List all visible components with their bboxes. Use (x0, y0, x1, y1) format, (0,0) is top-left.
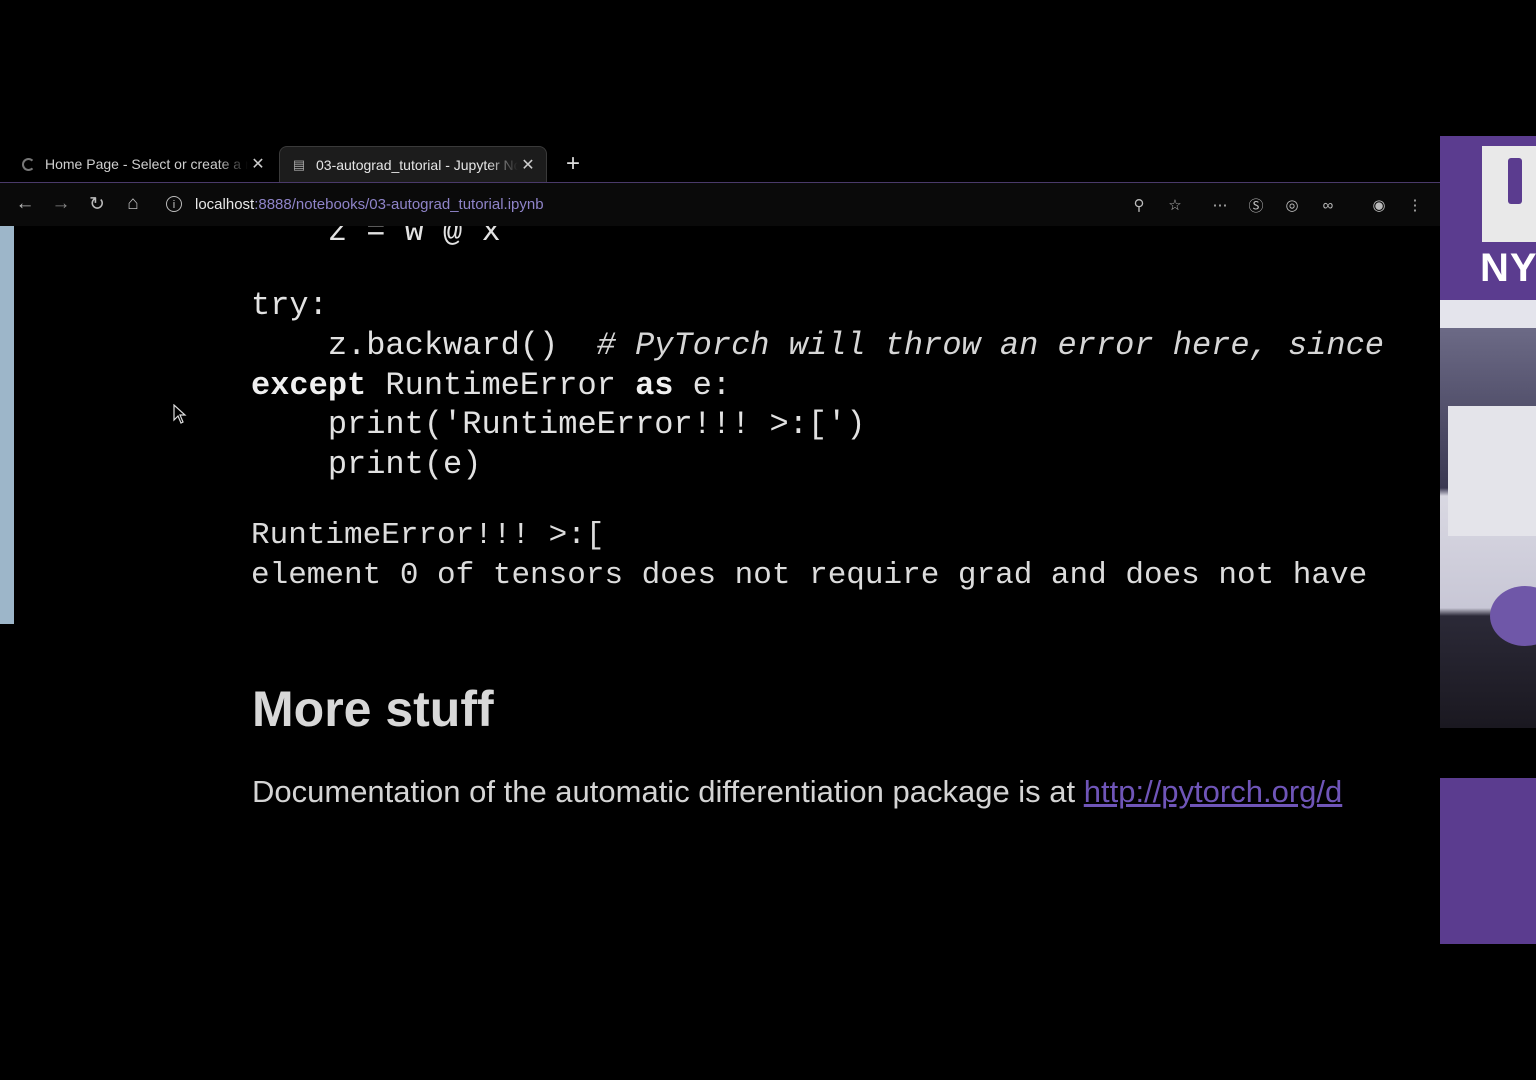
zoom-icon[interactable]: ⚲ (1129, 195, 1149, 215)
extension-glasses-icon[interactable]: ∞ (1318, 195, 1338, 215)
code-text: e: (673, 367, 732, 404)
paragraph-text: Documentation of the automatic different… (252, 774, 1084, 809)
tab-title: 03-autograd_tutorial - Jupyter Notebook (316, 156, 518, 173)
divider (1440, 728, 1536, 778)
code-comment: # PyTorch will throw an error here, sinc… (596, 327, 1384, 364)
extension-dots-icon[interactable]: ⋯ (1210, 195, 1230, 215)
notebook-content: z = w @ x try: z.backward() # PyTorch wi… (0, 226, 1440, 1080)
divider (1440, 300, 1536, 328)
home-icon[interactable]: ⌂ (120, 191, 146, 217)
tab-autograd-notebook[interactable]: ▤ 03-autograd_tutorial - Jupyter Noteboo… (279, 146, 547, 182)
address-bar[interactable]: i localhost:8888/notebooks/03-autograd_t… (166, 191, 544, 217)
browser-toolbar: ← → ↻ ⌂ i localhost:8888/notebooks/03-au… (0, 182, 1440, 226)
profile-avatar-icon[interactable]: ◉ (1369, 195, 1389, 215)
code-line: try: (251, 287, 328, 324)
menu-kebab-icon[interactable]: ⋮ (1405, 195, 1425, 215)
close-tab-icon[interactable]: ✕ (518, 155, 538, 175)
back-arrow-icon[interactable]: ← (12, 191, 38, 217)
url-host: localhost (195, 195, 255, 213)
cell-output: RuntimeError!!! >:[ element 0 of tensors … (251, 516, 1367, 596)
keyword: as (635, 367, 674, 404)
code-line: except RuntimeError as e: (251, 366, 731, 406)
output-line: RuntimeError!!! >:[ (251, 518, 605, 553)
side-video-panel: NY (1440, 136, 1536, 944)
code-text: RuntimeError (366, 367, 636, 404)
output-line: element 0 of tensors does not require gr… (251, 558, 1368, 593)
logo-text: NY (1480, 246, 1536, 290)
site-info-icon[interactable]: i (166, 196, 182, 212)
forward-arrow-icon[interactable]: → (48, 191, 74, 217)
close-tab-icon[interactable]: ✕ (248, 154, 268, 174)
mouse-cursor-icon (173, 404, 187, 424)
section-heading: More stuff (252, 681, 494, 737)
code-line: print(e) (251, 446, 482, 483)
tab-title: Home Page - Select or create a notebook (45, 156, 248, 172)
markdown-paragraph: Documentation of the automatic different… (252, 774, 1342, 810)
pytorch-docs-link[interactable]: http://pytorch.org/d (1084, 774, 1342, 809)
code-line: print('RuntimeError!!! >:[') (251, 406, 866, 443)
screen: Home Page - Select or create a notebook … (0, 0, 1536, 1080)
code-line: z = w @ x (251, 226, 501, 250)
keyword: except (251, 367, 367, 404)
code-call: z.backward() (251, 327, 597, 364)
background-window (1448, 406, 1536, 536)
bookmark-star-icon[interactable]: ☆ (1165, 195, 1185, 215)
notebook-icon: ▤ (292, 156, 306, 172)
torch-icon (1508, 158, 1522, 204)
cell-selection-bar (0, 226, 14, 624)
url-path: :8888/notebooks/03-autograd_tutorial.ipy… (254, 195, 544, 213)
loading-spinner-icon (22, 157, 35, 171)
extension-location-icon[interactable]: ◎ (1282, 195, 1302, 215)
extension-s-icon[interactable]: Ⓢ (1246, 195, 1266, 215)
browser-window: Home Page - Select or create a notebook … (0, 136, 1440, 1080)
code-line: z.backward() # PyTorch will throw an err… (251, 326, 1384, 366)
reload-icon[interactable]: ↻ (84, 191, 110, 217)
tab-home-page[interactable]: Home Page - Select or create a notebook … (14, 146, 274, 182)
new-tab-button[interactable]: + (562, 146, 584, 182)
tab-strip: Home Page - Select or create a notebook … (0, 146, 1440, 182)
